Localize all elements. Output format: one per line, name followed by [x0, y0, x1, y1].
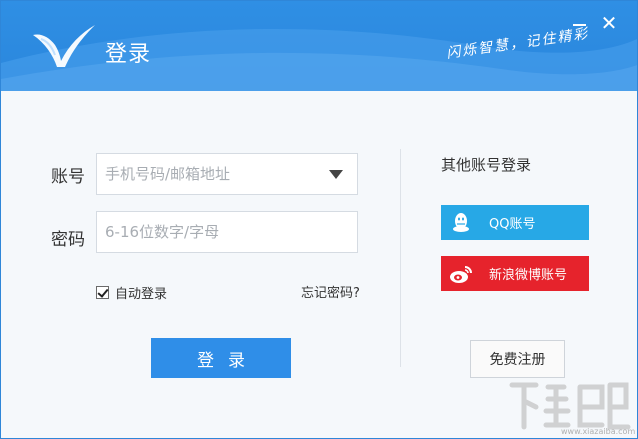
- qq-login-label: QQ账号: [489, 217, 536, 232]
- auto-login-label: 自动登录: [115, 287, 168, 302]
- login-button[interactable]: 登录: [151, 338, 291, 378]
- register-button[interactable]: 免费注册: [470, 340, 565, 378]
- checkbox-checked-icon[interactable]: [96, 286, 109, 299]
- account-label: 账号: [51, 167, 85, 187]
- window-title: 登录: [105, 42, 152, 67]
- weibo-login-button[interactable]: 新浪微博账号: [441, 256, 589, 291]
- title-bar[interactable]: 登录 闪烁智慧，记住精彩 ✕: [1, 1, 637, 91]
- password-label: 密码: [51, 230, 85, 250]
- account-dropdown-icon[interactable]: [329, 170, 343, 179]
- password-field[interactable]: [96, 211, 358, 253]
- forgot-password-link[interactable]: 忘记密码?: [301, 282, 360, 301]
- weibo-icon: [441, 256, 481, 291]
- login-window: 登录 闪烁智慧，记住精彩 ✕ 账号 密码 自动登录 忘记密码? 登录 其他账号登…: [0, 0, 638, 439]
- minimize-icon[interactable]: [569, 13, 589, 33]
- other-login-title: 其他账号登录: [441, 156, 532, 174]
- qq-login-button[interactable]: QQ账号: [441, 205, 589, 240]
- account-field[interactable]: [96, 153, 358, 195]
- qq-icon: [441, 205, 481, 240]
- password-input[interactable]: [97, 212, 317, 252]
- account-input[interactable]: [97, 154, 317, 194]
- watermark-url: www.xiazaiba.com: [561, 427, 636, 436]
- weibo-login-label: 新浪微博账号: [489, 268, 568, 283]
- vertical-divider: [400, 149, 401, 367]
- close-icon[interactable]: ✕: [599, 13, 619, 33]
- app-logo-icon: [33, 25, 95, 67]
- auto-login-checkbox[interactable]: 自动登录: [96, 283, 167, 302]
